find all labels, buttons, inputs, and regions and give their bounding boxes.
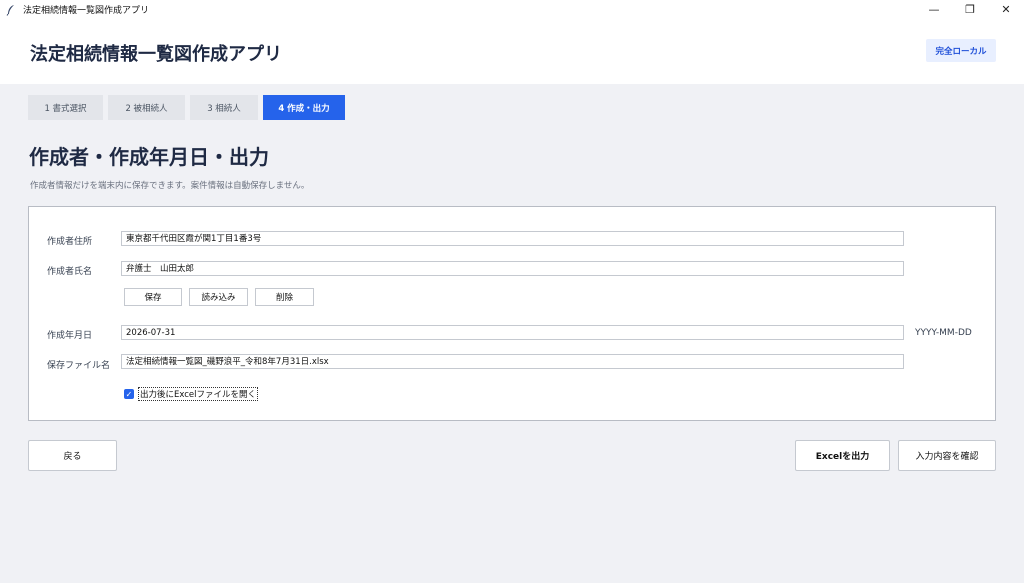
page-title: 作成者・作成年月日・出力 <box>29 145 269 169</box>
filename-label: 保存ファイル名 <box>47 361 111 371</box>
name-label: 作成者氏名 <box>47 267 93 277</box>
export-excel-button[interactable]: Excelを出力 <box>795 440 890 471</box>
window-titlebar: 法定相続情報一覧図作成アプリ — ❐ ✕ <box>0 0 1024 19</box>
feather-icon <box>6 4 14 16</box>
tab-heirs[interactable]: 3 相続人 <box>190 95 258 120</box>
tab-format-select[interactable]: 1 書式選択 <box>28 95 103 120</box>
open-after-output-option[interactable]: ✓ 出力後にExcelファイルを開く <box>124 387 259 401</box>
back-button[interactable]: 戻る <box>28 440 117 471</box>
date-label: 作成年月日 <box>47 331 93 341</box>
app-header: 法定相続情報一覧図作成アプリ 完全ローカル <box>0 19 1024 84</box>
tab-create-output[interactable]: 4 作成・出力 <box>263 95 345 120</box>
maximize-button[interactable]: ❐ <box>952 0 988 19</box>
local-only-badge: 完全ローカル <box>926 39 996 62</box>
address-field[interactable]: 東京都千代田区霞が関1丁目1番3号 <box>121 231 904 246</box>
save-button[interactable]: 保存 <box>124 288 182 306</box>
tab-decedent[interactable]: 2 被相続人 <box>108 95 185 120</box>
app-title: 法定相続情報一覧図作成アプリ <box>30 44 282 65</box>
window-title: 法定相続情報一覧図作成アプリ <box>23 6 150 16</box>
address-label: 作成者住所 <box>47 237 93 247</box>
delete-button[interactable]: 削除 <box>255 288 314 306</box>
open-after-output-checkbox[interactable]: ✓ <box>124 389 134 399</box>
minimize-button[interactable]: — <box>916 0 952 19</box>
name-field[interactable]: 弁護士 山田太郎 <box>121 261 904 276</box>
confirm-input-button[interactable]: 入力内容を確認 <box>898 440 996 471</box>
step-tabs: 1 書式選択 2 被相続人 3 相続人 4 作成・出力 <box>28 95 345 120</box>
creator-form-panel: 作成者住所 東京都千代田区霞が関1丁目1番3号 作成者氏名 弁護士 山田太郎 保… <box>28 206 996 421</box>
window-controls: — ❐ ✕ <box>916 0 1024 19</box>
close-button[interactable]: ✕ <box>988 0 1024 19</box>
page-subtitle: 作成者情報だけを端末内に保存できます。案件情報は自動保存しません。 <box>30 181 310 191</box>
date-field[interactable]: 2026-07-31 <box>121 325 904 340</box>
load-button[interactable]: 読み込み <box>189 288 248 306</box>
open-after-output-label[interactable]: 出力後にExcelファイルを開く <box>138 387 259 401</box>
date-format-hint: YYYY-MM-DD <box>915 328 972 338</box>
filename-field[interactable]: 法定相続情報一覧図_磯野浪平_令和8年7月31日.xlsx <box>121 354 904 369</box>
